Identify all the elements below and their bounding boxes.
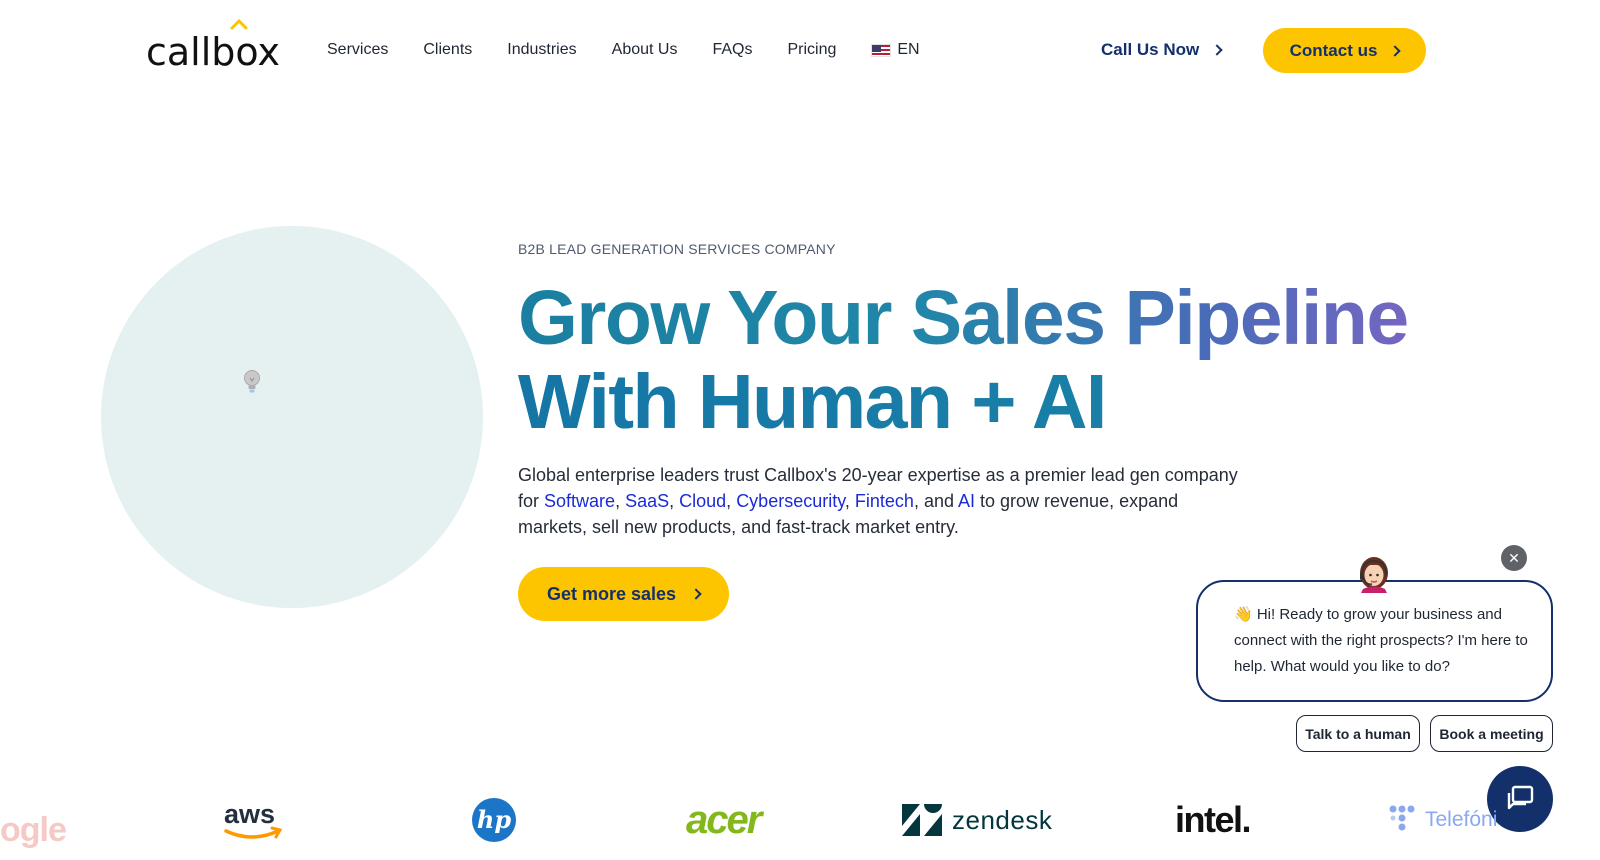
call-us-now-label: Call Us Now [1101,40,1200,59]
link-software[interactable]: Software [544,491,615,511]
main-menu: Services Clients Industries About Us FAQ… [327,40,920,60]
logo-wordmark: callbox [146,30,280,74]
get-more-sales-button[interactable]: Get more sales [518,567,729,621]
hero-headline: Grow Your Sales Pipeline With Human + AI [518,276,1508,444]
desc-sep: , [669,491,680,511]
google-logo: ogle [0,800,67,860]
chevron-right-icon [690,588,702,600]
desc-sep: , [844,491,855,511]
menu-services[interactable]: Services [327,40,388,60]
zendesk-logo-text: zendesk [952,804,1053,835]
talk-to-human-button[interactable]: Talk to a human [1296,715,1420,752]
headline-line-1: Grow Your Sales Pipeline [518,275,1408,361]
client-logos-strip: ogle aws hp acer zendesk intel. Telefóni [0,790,1600,860]
logo-caret-icon [230,18,248,30]
aws-logo-text: aws [224,799,275,829]
language-selector[interactable]: EN [871,40,920,60]
link-fintech[interactable]: Fintech [855,491,914,511]
hero-eyebrow: B2B LEAD GENERATION SERVICES COMPANY [518,241,836,257]
google-logo-text: ogle [0,810,67,849]
chat-message-text: 👋 Hi! Ready to grow your business and co… [1234,606,1528,675]
hp-logo-mark: hp [472,798,516,842]
contact-us-button[interactable]: Contact us [1263,28,1426,73]
get-more-sales-label: Get more sales [546,583,677,604]
hero-description: Global enterprise leaders trust Callbox'… [518,462,1238,540]
intel-logo: intel. [1175,790,1252,850]
aws-logo: aws [222,790,286,850]
hero-illustration-circle [101,226,483,608]
chat-close-button[interactable]: ✕ [1501,545,1527,571]
contact-us-label: Contact us [1289,40,1378,60]
intel-logo-text: intel. [1175,799,1252,840]
zendesk-mark-icon [902,804,942,836]
link-cloud[interactable]: Cloud [679,491,726,511]
link-saas[interactable]: SaaS [625,491,669,511]
chevron-right-icon [1389,44,1402,57]
chat-agent-avatar-icon [1354,557,1394,599]
aws-logo-mark: aws [224,799,283,839]
hp-logo-text: hp [477,805,511,834]
link-ai[interactable]: AI [958,491,975,511]
menu-about-us[interactable]: About Us [612,40,678,60]
callbox-logo[interactable]: callbox [146,16,280,72]
hp-logo: hp [471,790,517,850]
desc-sep: , [726,491,737,511]
language-label: EN [897,41,920,58]
menu-faqs[interactable]: FAQs [712,40,752,60]
desc-sep: , [615,491,626,511]
top-navigation: callbox Services Clients Industries Abou… [0,0,1600,100]
lightbulb-icon [244,370,260,393]
menu-industries[interactable]: Industries [507,40,576,60]
call-us-now-link[interactable]: Call Us Now [1101,40,1223,60]
desc-and: , and [913,491,958,511]
headline-line-2: With Human + AI [518,360,1508,444]
menu-clients[interactable]: Clients [423,40,472,60]
telefonica-logo: Telefóni [1389,790,1497,850]
us-flag-icon [871,43,892,57]
menu-pricing[interactable]: Pricing [787,40,836,60]
acer-logo-text: acer [686,797,762,842]
link-cybersecurity[interactable]: Cybersecurity [736,491,845,511]
chevron-right-icon [1211,44,1223,56]
telefonica-dots-icon [1389,805,1415,831]
zendesk-logo: zendesk [902,790,1052,850]
telefonica-logo-text: Telefóni [1425,808,1498,831]
acer-logo: acer [686,790,762,850]
book-meeting-button[interactable]: Book a meeting [1430,715,1553,752]
